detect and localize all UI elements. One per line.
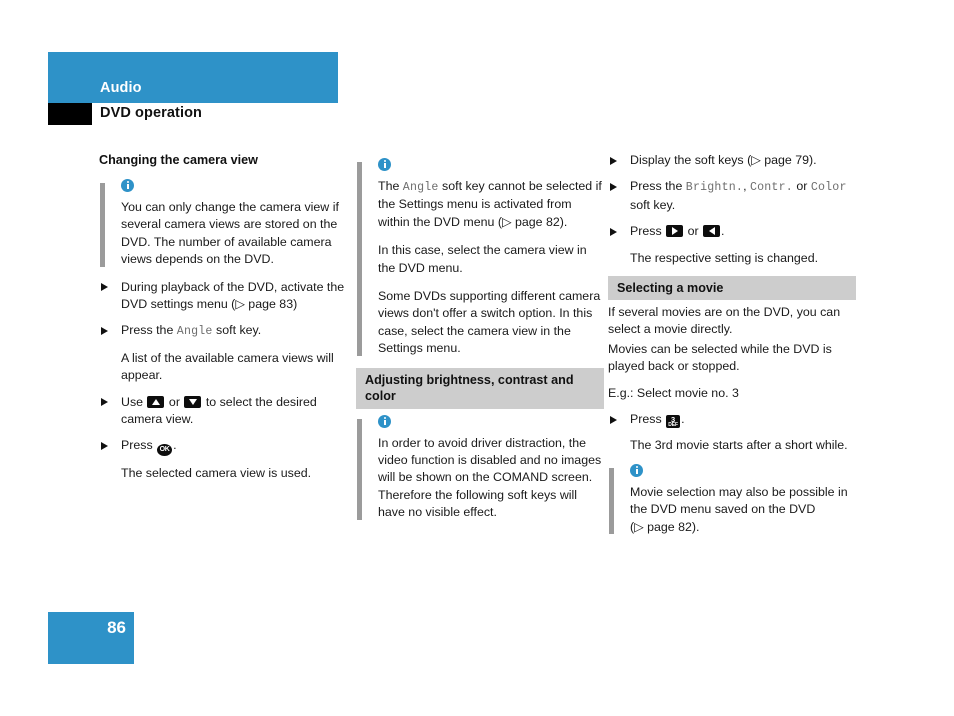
softkey-angle-label: Angle: [176, 325, 213, 339]
step-text: Display the soft keys (: [630, 153, 752, 167]
step-press-ok: Press OK.: [99, 437, 347, 457]
step-text: Press the: [121, 323, 177, 338]
body-select-while-playing: Movies can be selected while the DVD is …: [608, 341, 832, 374]
bullet-triangle-icon: [101, 283, 108, 292]
note-text: In order to avoid driver distraction, th…: [378, 435, 602, 520]
bullet-triangle-icon: [610, 182, 617, 191]
step-press-angle-softkey: Press the Angle soft key.: [99, 322, 347, 340]
step-text: Press: [121, 438, 157, 453]
result-third-movie-starts: The 3rd movie starts after a short while…: [630, 438, 848, 453]
page-reference: ▷ page 83: [235, 297, 294, 312]
step-text: Use: [121, 394, 147, 409]
step-press-brightness-softkey: Press the Brightn., Contr. or Color soft…: [608, 178, 856, 214]
step-text: Press the: [630, 179, 686, 194]
page-reference: ▷ page 82: [501, 214, 560, 229]
column-three: Display the soft keys (▷ page 79). Press…: [608, 152, 856, 546]
arrow-right-key-icon: [666, 225, 684, 238]
step-text: Press: [630, 412, 666, 427]
body-select-movie-directly: If several movies are on the DVD, you ca…: [608, 305, 841, 337]
note-text: In this case, select the camera view in …: [378, 243, 587, 275]
note-movie-selection-dvd-menu: Movie selection may also be possible in …: [608, 463, 856, 536]
bullet-triangle-icon: [610, 156, 617, 165]
note-text: You can only change the camera view if s…: [121, 200, 339, 267]
arrow-down-key-icon: [184, 395, 202, 408]
number-key-3-def-icon: 3 DEF: [666, 414, 681, 428]
step-activate-settings-menu: During playback of the DVD, activate the…: [99, 279, 347, 314]
step-press-number-key-three: Press 3 DEF.: [608, 411, 856, 428]
chapter-title: Audio: [100, 80, 142, 96]
section-band-selecting-movie: Selecting a movie: [608, 276, 856, 301]
info-icon: [630, 463, 643, 477]
section-band-adjusting-brightness: Adjusting brightness, contrast and color: [356, 367, 604, 409]
column-one: Changing the camera view You can only ch…: [99, 152, 347, 492]
chapter-header-band: Audio: [48, 52, 338, 103]
step-text: Press: [630, 224, 666, 239]
result-camera-view-list: A list of the available camera views wil…: [121, 350, 334, 383]
note-angle-softkey-restriction: The Angle soft key cannot be selected if…: [356, 158, 604, 358]
softkey-color-label: Color: [810, 181, 847, 195]
result-setting-changed: The respective setting is changed.: [630, 250, 819, 265]
step-display-soft-keys: Display the soft keys (▷ page 79).: [608, 152, 856, 169]
note-text: Movie selection may also be possible in …: [630, 484, 848, 534]
bullet-triangle-icon: [101, 398, 108, 407]
step-text: During playback of the DVD, activate the…: [121, 279, 345, 312]
softkey-brightness-label: Brightn.: [685, 181, 744, 195]
page-reference: ▷ page 82: [634, 519, 692, 534]
page-reference: ▷ page 79: [751, 153, 809, 167]
page-number-block: 86: [48, 612, 134, 664]
body-example-movie-three: E.g.: Select movie no. 3: [608, 385, 739, 400]
bullet-triangle-icon: [610, 415, 617, 424]
info-icon: [378, 158, 391, 171]
info-icon: [121, 179, 134, 192]
page-number: 86: [107, 618, 126, 637]
info-icon: [378, 414, 391, 428]
note-text: The Angle soft key cannot be selected if…: [378, 179, 602, 229]
bullet-triangle-icon: [101, 441, 108, 450]
step-use-arrow-keys: Use or to select the desired camera view…: [99, 394, 347, 429]
arrow-left-key-icon: [703, 225, 721, 238]
subsection-heading-camera-view: Changing the camera view: [99, 153, 258, 167]
step-press-left-right-keys: Press or .: [608, 223, 856, 240]
note-camera-views: You can only change the camera view if s…: [99, 179, 347, 269]
note-driver-distraction: In order to avoid driver distraction, th…: [356, 414, 604, 522]
bullet-triangle-icon: [610, 227, 617, 236]
softkey-contrast-label: Contr.: [749, 181, 793, 195]
arrow-up-key-icon: [147, 395, 165, 408]
result-camera-view-used: The selected camera view is used.: [121, 466, 312, 481]
softkey-angle-label: Angle: [402, 181, 439, 194]
bullet-triangle-icon: [101, 326, 108, 335]
column-two: The Angle soft key cannot be selected if…: [356, 152, 604, 532]
note-text: Some DVDs supporting different camera vi…: [378, 289, 601, 356]
section-title: DVD operation: [100, 105, 202, 121]
ok-key-icon: OK: [157, 444, 173, 457]
section-marker-block: [48, 103, 92, 125]
